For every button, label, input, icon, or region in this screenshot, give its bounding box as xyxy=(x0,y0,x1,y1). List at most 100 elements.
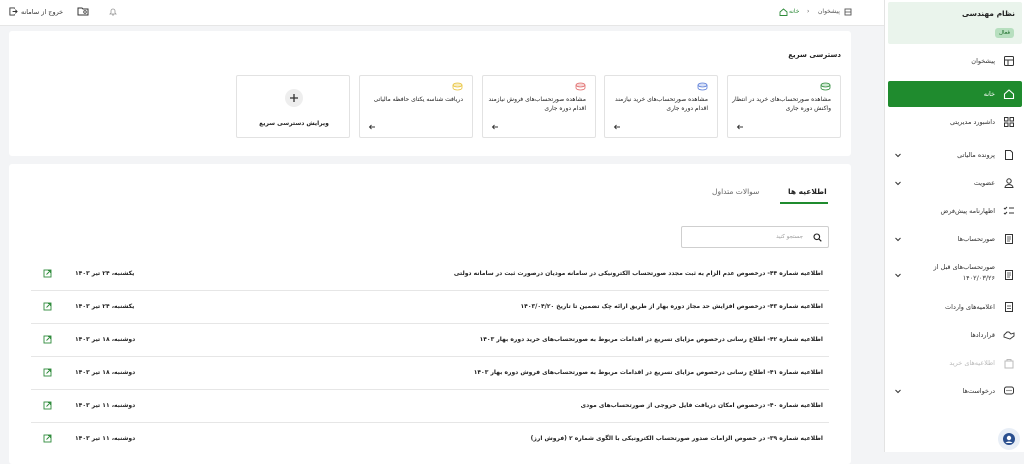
sidebar-item-label: اظهارنامه پیش‌فرض xyxy=(940,207,995,215)
sidebar-item-membership[interactable]: عضویت xyxy=(885,170,1024,196)
support-chat-button[interactable] xyxy=(998,428,1020,450)
breadcrumb-separator: › xyxy=(807,8,810,15)
announcement-row[interactable]: اطلاعیه شماره ۴۴- درخصوص عدم الزام به ثب… xyxy=(31,258,829,291)
sidebar-item-label: خانه xyxy=(983,90,995,98)
database-icon xyxy=(452,82,463,91)
announcement-title: اطلاعیه شماره ۳۹- در خصوص الزامات صدور ص… xyxy=(530,435,823,442)
announcement-title: اطلاعیه شماره ۴۳- درخصوص افزایش حد مجاز … xyxy=(520,303,824,310)
edit-quick-access-label: ویرایش دسترسی سریع xyxy=(259,120,329,127)
sidebar-item-label: پیشخوان xyxy=(971,57,995,65)
announcement-row[interactable]: اطلاعیه شماره ۴۰- درخصوص امکان دریافت فا… xyxy=(31,390,829,423)
chevron-down-icon xyxy=(895,389,901,394)
handshake-icon xyxy=(1003,331,1015,340)
sidebar-item-import-notices[interactable]: اعلامیه‌های واردات xyxy=(885,294,1024,320)
status-badge: فعال xyxy=(995,28,1014,38)
external-link-icon[interactable] xyxy=(43,368,52,377)
quick-access-tile-text: مشاهده صورتحساب‌های خرید نیازمند اقدام د… xyxy=(615,96,708,112)
announcement-title: اطلاعیه شماره ۴۱- اطلاع رسانی درخصوص مزا… xyxy=(473,369,823,376)
home-small-icon xyxy=(779,8,788,16)
database-icon xyxy=(697,82,708,91)
external-link-icon[interactable] xyxy=(43,335,52,344)
announcement-date: دوشنبه، ۱۸ تیر ۱۴۰۳ xyxy=(75,336,136,343)
quick-access-tile[interactable]: دریافت شناسه یکتای حافظه مالیاتی xyxy=(359,75,473,138)
chevron-down-icon xyxy=(895,273,901,278)
arrow-left-icon xyxy=(736,124,743,130)
sidebar-item-label: اعلامیه‌های واردات xyxy=(945,303,995,311)
plus-icon xyxy=(290,94,298,102)
chevron-down-icon xyxy=(895,181,901,186)
announcement-date: دوشنبه، ۱۱ تیر ۱۴۰۳ xyxy=(75,402,136,409)
search-input[interactable]: جستجو کنید xyxy=(681,226,829,248)
sidebar-item-management-dashboard[interactable]: داشبورد مدیریتی xyxy=(885,109,1024,135)
quick-access-tile[interactable]: مشاهده صورتحساب‌های فروش نیازمند اقدام د… xyxy=(482,75,596,138)
breadcrumb-dashboard[interactable]: پیشخوان xyxy=(818,8,840,15)
announcement-date: یکشنبه، ۲۴ تیر ۱۴۰۳ xyxy=(75,270,135,277)
chevron-down-icon xyxy=(895,237,901,242)
dashboard-small-icon xyxy=(844,8,852,16)
sidebar-item-label: عضویت xyxy=(973,179,995,187)
sidebar: نظام مهندسی فعال پیشخوان خانه داشبورد مد… xyxy=(884,0,1024,452)
sidebar-item-old-invoices[interactable]: صورتحساب‌های قبل از ۱۴۰۲/۰۳/۲۶ xyxy=(885,258,1024,292)
sidebar-item-requests[interactable]: درخواست‌ها xyxy=(885,378,1024,404)
external-link-icon[interactable] xyxy=(43,434,52,443)
arrow-left-icon xyxy=(368,124,375,130)
sidebar-item-label: صورتحساب‌ها xyxy=(957,235,995,243)
sidebar-item-label: درخواست‌ها xyxy=(962,387,995,395)
file-icon xyxy=(1005,150,1013,160)
announcement-row[interactable]: اطلاعیه شماره ۴۱- اطلاع رسانی درخصوص مزا… xyxy=(31,357,829,390)
bag-icon xyxy=(1004,359,1014,369)
sidebar-item-label: قراردادها xyxy=(970,331,995,339)
quick-access-tile[interactable]: مشاهده صورتحساب‌های خرید در انتظار واکنش… xyxy=(727,75,841,138)
system-title: نظام مهندسی xyxy=(962,9,1015,18)
add-icon-circle xyxy=(285,89,303,107)
home-icon xyxy=(1003,89,1015,100)
announcement-row[interactable]: اطلاعیه شماره ۴۲- اطلاع رسانی درخصوص مزا… xyxy=(31,324,829,357)
sidebar-item-contracts[interactable]: قراردادها xyxy=(885,322,1024,348)
folder-settings-icon xyxy=(77,7,89,16)
checklist-icon xyxy=(1003,206,1014,215)
announcement-title: اطلاعیه شماره ۴۲- اطلاع رسانی درخصوص مزا… xyxy=(479,336,823,343)
sidebar-item-tax-file[interactable]: پرونده مالیاتی xyxy=(885,142,1024,168)
logout-icon xyxy=(9,7,18,16)
sidebar-item-label: صورتحساب‌های قبل از xyxy=(933,263,995,271)
tab-announcements[interactable]: اطلاعیه ها xyxy=(788,187,827,196)
tab-faq[interactable]: سوالات متداول xyxy=(712,187,759,196)
arrow-left-icon xyxy=(491,124,498,130)
quick-access-tile[interactable]: مشاهده صورتحساب‌های خرید نیازمند اقدام د… xyxy=(604,75,718,138)
announcement-row[interactable]: اطلاعیه شماره ۴۳- درخصوص افزایش حد مجاز … xyxy=(31,291,829,324)
external-link-icon[interactable] xyxy=(43,302,52,311)
quick-access-title: دسترسی سریع xyxy=(788,51,841,59)
sidebar-item-label: اطلاعیه‌های خرید xyxy=(949,359,995,367)
user-icon xyxy=(1004,178,1014,188)
logout-button[interactable]: خروج از سامانه xyxy=(9,7,63,16)
sidebar-item-default-declaration[interactable]: اظهارنامه پیش‌فرض xyxy=(885,198,1024,224)
top-bar: خروج از سامانه خانه › پیشخوان xyxy=(0,0,884,26)
announcement-date: دوشنبه، ۱۸ تیر ۱۴۰۳ xyxy=(75,369,136,376)
search-placeholder: جستجو کنید xyxy=(776,234,803,240)
announcement-title: اطلاعیه شماره ۴۰- درخصوص امکان دریافت فا… xyxy=(580,402,823,409)
sidebar-item-purchase-notices[interactable]: اطلاعیه‌های خرید xyxy=(885,350,1024,376)
dashboard-icon xyxy=(1004,56,1014,66)
quick-access-panel: دسترسی سریع مشاهده صورتحساب‌های خرید در … xyxy=(9,31,851,156)
external-link-icon[interactable] xyxy=(43,269,52,278)
system-header: نظام مهندسی فعال xyxy=(888,2,1022,44)
sidebar-item-label: پرونده مالیاتی xyxy=(957,151,995,159)
sidebar-item-dashboard[interactable]: پیشخوان xyxy=(885,48,1024,74)
folder-button[interactable] xyxy=(77,6,89,16)
sidebar-item-invoices[interactable]: صورتحساب‌ها xyxy=(885,226,1024,252)
database-icon xyxy=(820,82,831,91)
quick-access-tile-text: مشاهده صورتحساب‌های خرید در انتظار واکنش… xyxy=(732,96,831,112)
notification-button[interactable] xyxy=(109,7,117,16)
invoice-old-icon xyxy=(1005,270,1013,280)
external-link-icon[interactable] xyxy=(43,401,52,410)
announcement-date: دوشنبه، ۱۱ تیر ۱۴۰۳ xyxy=(75,435,136,442)
sidebar-item-home[interactable]: خانه xyxy=(888,81,1022,107)
database-icon xyxy=(575,82,586,91)
logout-label: خروج از سامانه xyxy=(21,7,64,16)
edit-quick-access-tile[interactable]: ویرایش دسترسی سریع xyxy=(236,75,350,138)
grid-icon xyxy=(1004,117,1014,127)
breadcrumb-home[interactable]: خانه xyxy=(789,8,799,15)
announcement-row[interactable]: اطلاعیه شماره ۳۹- در خصوص الزامات صدور ص… xyxy=(31,423,829,456)
import-icon xyxy=(1005,302,1013,312)
search-icon xyxy=(813,233,822,242)
